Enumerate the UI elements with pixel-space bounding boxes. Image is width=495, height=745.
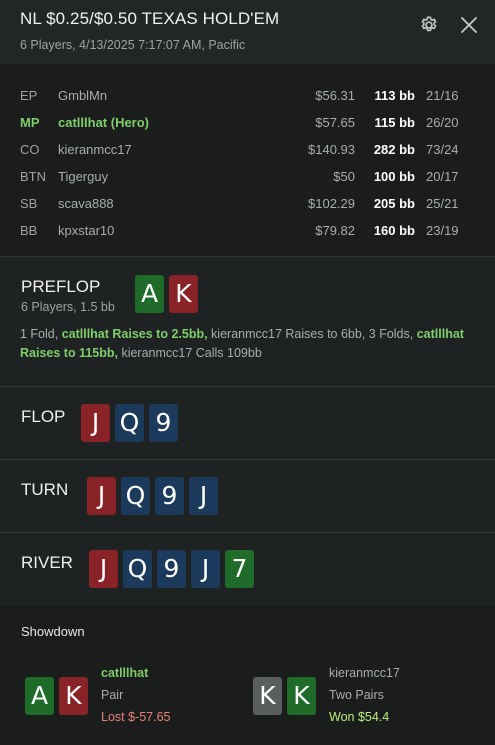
showdown-title: Showdown [21,624,85,639]
preflop-section: PREFLOP 6 Players, 1.5 bb [0,257,495,386]
player-position: MP [20,115,40,130]
board-card: 7 [225,550,254,588]
player-position: CO [20,142,40,157]
flop-section: FLOP [0,387,495,459]
player-stack: $50 [333,169,355,184]
player-position: BTN [20,169,46,184]
player-stack-bb: 160 bb [373,223,415,238]
board-card: J [87,477,116,515]
player-row[interactable]: EP GmblMn $56.31 113 bb 21/16 [0,83,495,109]
showdown-result: Won $54.4 [329,710,390,724]
hand-header: NL $0.25/$0.50 TEXAS HOLD'EM 6 Players, … [0,0,495,64]
close-icon[interactable] [458,14,480,36]
player-stack-bb: 282 bb [373,142,415,157]
showdown-card: K [59,677,88,715]
player-name: Tigerguy [58,169,109,184]
player-stack-bb: 205 bb [373,196,415,211]
preflop-summary: 6 Players, 1.5 bb [21,300,115,314]
player-stack-bb: 100 bb [373,169,415,184]
action-text: kieranmcc17 Calls 109bb [117,346,262,360]
showdown-card: K [253,677,282,715]
player-stack: $56.31 [315,88,355,103]
board-card: 9 [149,404,178,442]
showdown-result: Lost $-57.65 [101,710,171,724]
player-row[interactable]: BTN Tigerguy $50 100 bb 20/17 [0,164,495,190]
showdown-card: A [25,677,54,715]
showdown-player-name: catlllhat [101,666,149,680]
preflop-actions: 1 Fold, catlllhat Raises to 2.5bb, kiera… [20,325,480,363]
board-card: J [189,477,218,515]
board-card: J [89,550,118,588]
player-stats: 26/20 [426,115,459,130]
player-stack-bb: 113 bb [374,88,415,103]
player-position: EP [20,88,38,103]
board-card: J [191,550,220,588]
action-text: kieranmcc17 Raises to 6bb, 3 Folds, [207,327,417,341]
showdown-card: K [287,677,316,715]
board-card: Q [123,550,152,588]
showdown-player-name: kieranmcc17 [329,666,400,680]
player-name: scava888 [58,196,114,211]
player-stats: 25/21 [426,196,459,211]
player-name: catlllhat (Hero) [58,115,150,130]
player-stats: 20/17 [426,169,459,184]
player-name: kpxstar10 [58,223,115,238]
player-stack: $57.65 [315,115,355,130]
player-row[interactable]: MP catlllhat (Hero) $57.65 115 bb 26/20 [0,110,495,136]
player-stats: 23/19 [426,223,459,238]
player-row[interactable]: SB scava888 $102.29 205 bb 25/21 [0,191,495,217]
player-position: SB [20,196,38,211]
showdown-hand-rank: Pair [101,688,124,702]
street-label-river: RIVER [21,553,73,572]
players-table: EP GmblMn $56.31 113 bb 21/16 MP catlllhat (He… [0,64,495,256]
board-card: Q [121,477,150,515]
hole-card: K [169,275,198,313]
board-card: 9 [157,550,186,588]
game-title: NL $0.25/$0.50 TEXAS HOLD'EM [20,9,280,28]
turn-section: TURN [0,460,495,532]
board-card: 9 [155,477,184,515]
gear-icon[interactable] [419,15,439,35]
player-name: kieranmcc17 [58,142,132,157]
player-stack-bb: 115 bb [374,115,415,130]
game-subtitle: 6 Players, 4/13/2025 7:17:07 AM, Pacific [20,38,246,52]
player-stack: $140.93 [308,142,355,157]
hero-action: catlllhat Raises to 2.5bb, [61,327,208,341]
player-stats: 21/16 [426,88,459,103]
player-stack: $79.82 [315,223,355,238]
street-label-flop: FLOP [21,407,66,426]
hole-card: A [135,275,164,313]
action-text: 1 Fold, [20,327,62,341]
showdown-hand-rank: Two Pairs [329,688,384,702]
player-name: GmblMn [58,88,108,103]
showdown-section: Showdown A Kcatlllhat Pair Lost $-57.65 K Kki… [0,606,495,745]
player-row[interactable]: CO kieranmcc17 $140.93 282 bb 73/24 [0,137,495,163]
player-stats: 73/24 [426,142,459,157]
street-label-preflop: PREFLOP [21,277,101,296]
player-row[interactable]: BB kpxstar10 $79.82 160 bb 23/19 [0,218,495,244]
street-label-turn: TURN [21,480,69,499]
player-stack: $102.29 [308,196,355,211]
player-position: BB [20,223,38,238]
board-card: Q [115,404,144,442]
board-card: J [81,404,110,442]
